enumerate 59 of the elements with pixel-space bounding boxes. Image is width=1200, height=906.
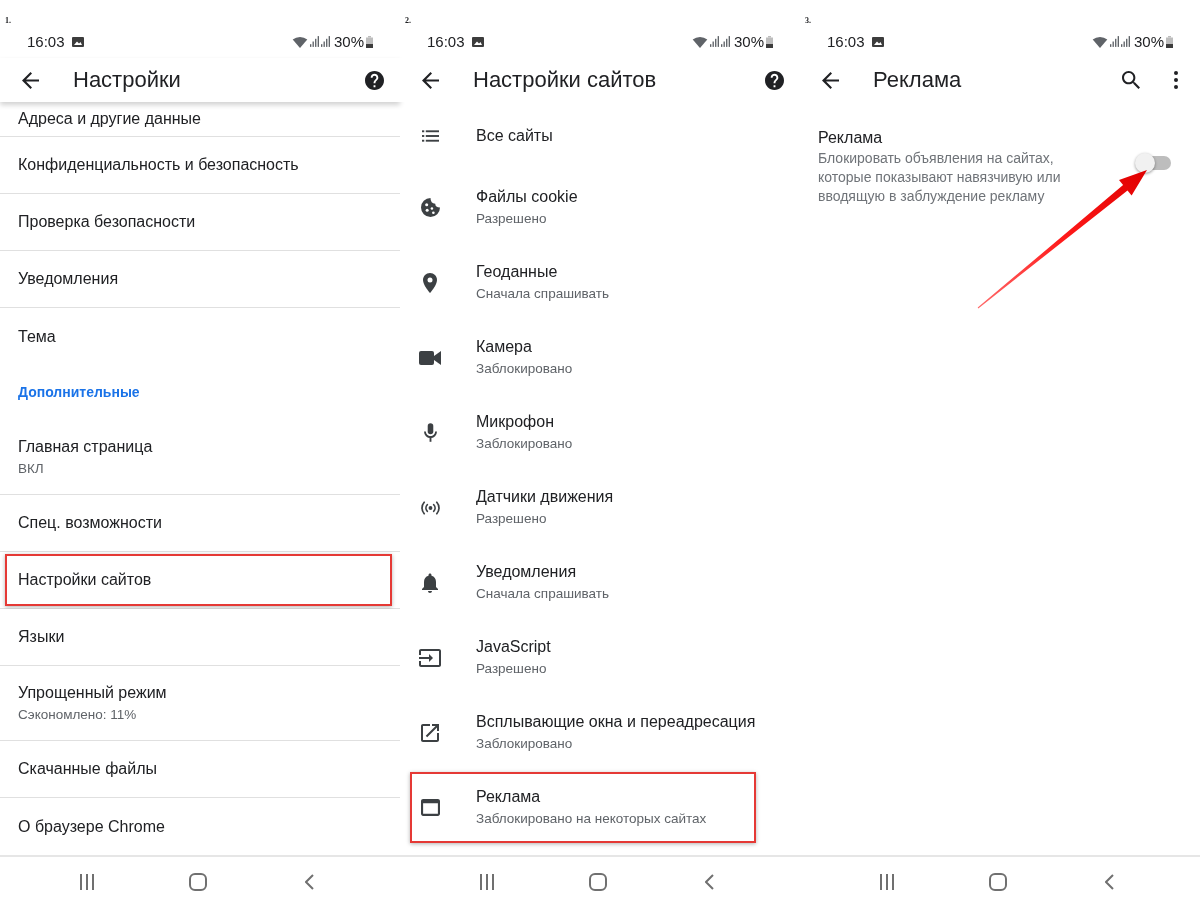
back-icon[interactable] bbox=[305, 873, 314, 890]
signal-icon bbox=[709, 36, 719, 47]
browser-window-icon bbox=[420, 799, 440, 816]
back-arrow-icon[interactable] bbox=[822, 71, 839, 89]
signal-icon bbox=[320, 36, 330, 47]
step-number: 1. bbox=[5, 16, 11, 25]
step-number: 2. bbox=[405, 16, 411, 25]
help-icon[interactable] bbox=[365, 70, 384, 90]
help-icon[interactable] bbox=[765, 70, 784, 90]
battery-icon bbox=[766, 35, 773, 48]
bell-icon bbox=[422, 572, 438, 593]
toggle-switch[interactable] bbox=[1135, 153, 1171, 173]
wifi-icon bbox=[291, 35, 308, 48]
image-icon bbox=[71, 36, 84, 47]
home-icon[interactable] bbox=[989, 872, 1007, 891]
sensor-waves-icon bbox=[419, 500, 441, 515]
arrow-into-box-icon bbox=[419, 648, 441, 667]
recent-apps-icon[interactable] bbox=[880, 873, 894, 890]
wifi-icon bbox=[691, 35, 708, 48]
settings-item[interactable]: Настройки сайтов bbox=[5, 554, 392, 606]
list-icon bbox=[421, 130, 439, 142]
status-time: 16:03 bbox=[427, 34, 465, 49]
setting-description: Блокировать объявления на сайтах, которые показывают навязчивую или вводящую в заблуждение рекламу bbox=[818, 149, 1062, 206]
microphone-icon bbox=[423, 423, 437, 442]
battery-icon bbox=[366, 35, 373, 48]
status-time: 16:03 bbox=[27, 34, 65, 49]
battery-percent: 30% bbox=[333, 34, 364, 49]
signal-icon bbox=[309, 36, 319, 47]
back-arrow-icon[interactable] bbox=[22, 71, 39, 89]
signal-icon bbox=[1120, 36, 1130, 47]
recent-apps-icon[interactable] bbox=[80, 873, 94, 890]
toolbar-title: Реклама bbox=[873, 69, 962, 91]
toolbar-title: Настройки bbox=[73, 69, 181, 91]
battery-icon bbox=[1166, 35, 1173, 48]
back-arrow-icon[interactable] bbox=[422, 71, 439, 89]
search-icon[interactable] bbox=[1122, 71, 1140, 89]
toolbar-title: Настройки сайтов bbox=[473, 69, 657, 91]
home-icon[interactable] bbox=[189, 872, 207, 891]
location-pin-icon bbox=[423, 272, 437, 293]
setting-title: Реклама bbox=[818, 128, 884, 148]
signal-icon bbox=[1109, 36, 1119, 47]
video-camera-icon bbox=[419, 350, 441, 365]
back-icon[interactable] bbox=[705, 873, 714, 890]
home-icon[interactable] bbox=[589, 872, 607, 891]
image-icon bbox=[871, 36, 884, 47]
image-icon bbox=[471, 36, 484, 47]
wifi-icon bbox=[1091, 35, 1108, 48]
settings-item[interactable]: Реклама Заблокировано на некоторых сайтах bbox=[410, 772, 756, 843]
recent-apps-icon[interactable] bbox=[480, 873, 494, 890]
external-link-icon bbox=[421, 723, 439, 742]
back-icon[interactable] bbox=[1105, 873, 1114, 890]
more-vertical-icon[interactable] bbox=[1174, 71, 1178, 89]
section-header: Дополнительные bbox=[18, 383, 140, 402]
battery-percent: 30% bbox=[1133, 34, 1164, 49]
signal-icon bbox=[720, 36, 730, 47]
step-number: 3. bbox=[805, 16, 811, 25]
status-time: 16:03 bbox=[827, 34, 865, 49]
cookie-icon bbox=[420, 198, 440, 217]
battery-percent: 30% bbox=[733, 34, 764, 49]
